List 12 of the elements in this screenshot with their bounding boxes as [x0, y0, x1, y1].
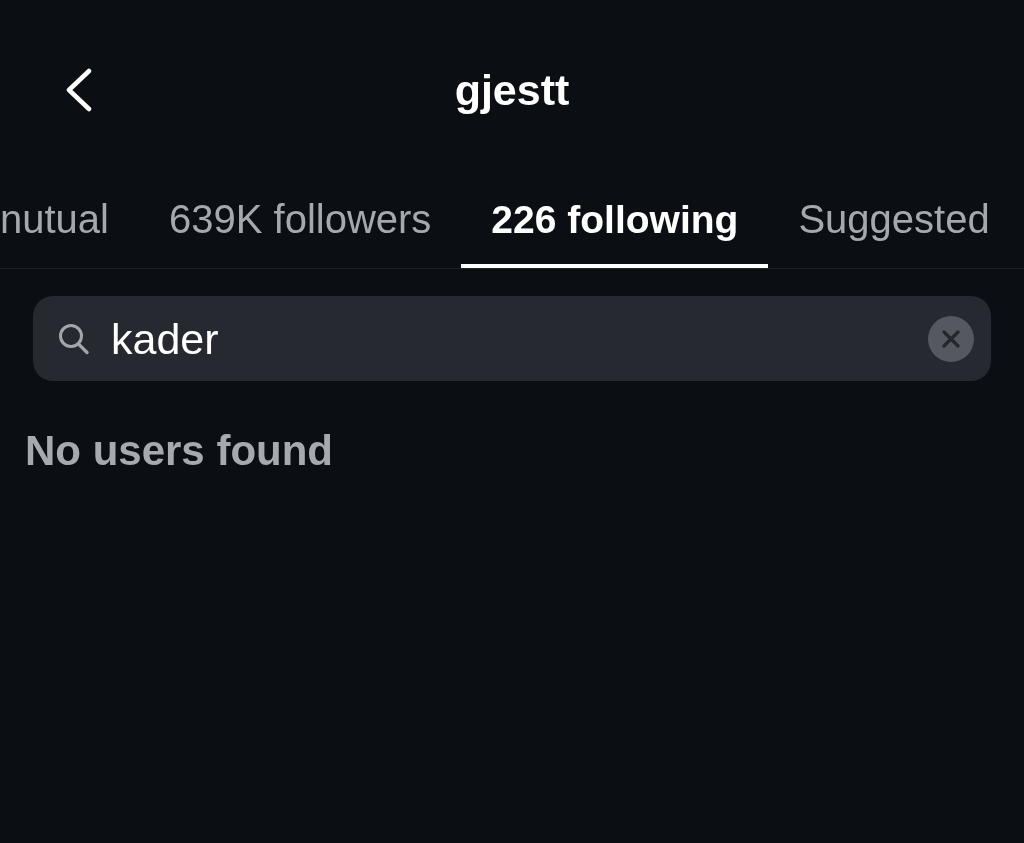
empty-results-message: No users found [25, 427, 333, 475]
search-icon [58, 322, 89, 355]
clear-icon [942, 329, 960, 348]
back-button[interactable] [64, 68, 92, 112]
tab[interactable]: Suggested [768, 170, 1020, 268]
tab[interactable]: 639K followers [139, 170, 462, 268]
search-field[interactable]: kader [33, 296, 991, 381]
tab[interactable]: nutual [0, 170, 139, 268]
tab[interactable]: 226 following [461, 170, 769, 268]
profile-title: gjestt [454, 65, 570, 115]
back-icon [64, 68, 92, 112]
search-query: kader [111, 313, 219, 364]
